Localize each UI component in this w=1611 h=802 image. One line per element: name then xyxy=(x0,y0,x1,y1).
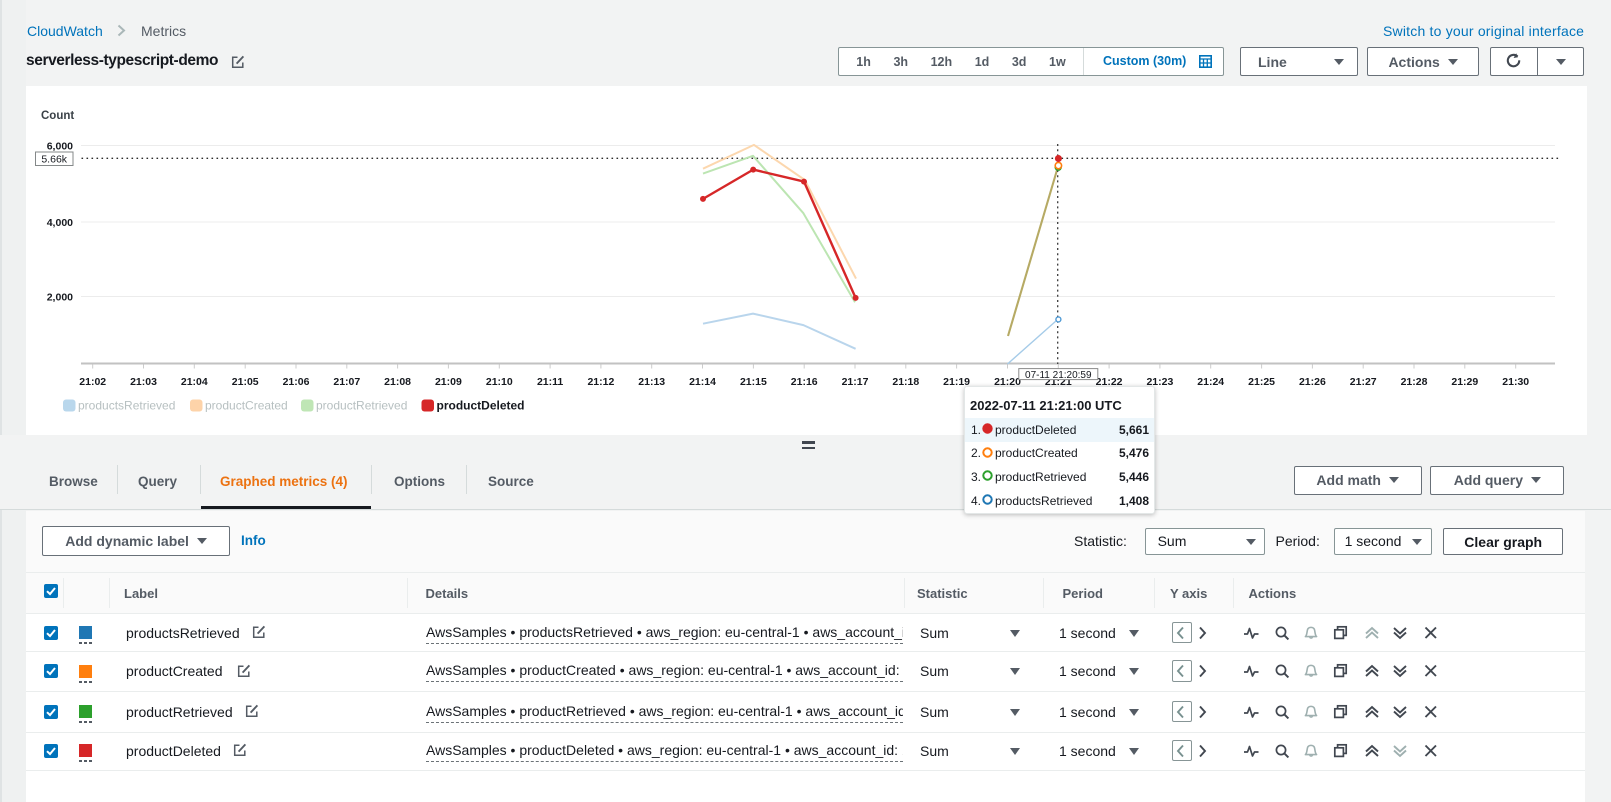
svg-text:21:30: 21:30 xyxy=(1502,376,1529,388)
svg-text:productRetrieved: productRetrieved xyxy=(316,399,407,413)
svg-text:21:24: 21:24 xyxy=(1197,376,1224,388)
svg-text:21:18: 21:18 xyxy=(892,376,919,388)
svg-text:21:27: 21:27 xyxy=(1350,376,1377,388)
svg-text:21:15: 21:15 xyxy=(740,376,767,388)
svg-text:21:14: 21:14 xyxy=(689,376,716,388)
svg-text:21:08: 21:08 xyxy=(384,376,411,388)
svg-text:21:29: 21:29 xyxy=(1451,376,1478,388)
svg-text:21:17: 21:17 xyxy=(842,376,869,388)
svg-text:productsRetrieved: productsRetrieved xyxy=(78,399,175,413)
svg-text:21:03: 21:03 xyxy=(130,376,157,388)
svg-text:6,000: 6,000 xyxy=(47,141,73,153)
svg-text:21:07: 21:07 xyxy=(333,376,360,388)
svg-text:21:28: 21:28 xyxy=(1401,376,1428,388)
svg-text:4,000: 4,000 xyxy=(47,217,73,229)
svg-text:2,000: 2,000 xyxy=(47,292,73,304)
svg-text:21:26: 21:26 xyxy=(1299,376,1326,388)
svg-text:21:16: 21:16 xyxy=(791,376,818,388)
svg-text:21:09: 21:09 xyxy=(435,376,462,388)
svg-text:productCreated: productCreated xyxy=(205,399,288,413)
svg-text:productDeleted: productDeleted xyxy=(437,399,525,413)
svg-text:Count: Count xyxy=(41,110,74,122)
svg-text:21:12: 21:12 xyxy=(587,376,614,388)
svg-text:21:04: 21:04 xyxy=(181,376,208,388)
svg-text:21:25: 21:25 xyxy=(1248,376,1275,388)
svg-text:21:10: 21:10 xyxy=(486,376,513,388)
svg-text:21:02: 21:02 xyxy=(79,376,106,388)
svg-text:21:13: 21:13 xyxy=(638,376,665,388)
svg-text:21:05: 21:05 xyxy=(232,376,259,388)
svg-text:21:11: 21:11 xyxy=(537,376,563,388)
svg-text:07-11 21:20:59: 07-11 21:20:59 xyxy=(1025,370,1092,381)
svg-text:21:06: 21:06 xyxy=(283,376,310,388)
svg-text:5.66k: 5.66k xyxy=(41,154,67,166)
